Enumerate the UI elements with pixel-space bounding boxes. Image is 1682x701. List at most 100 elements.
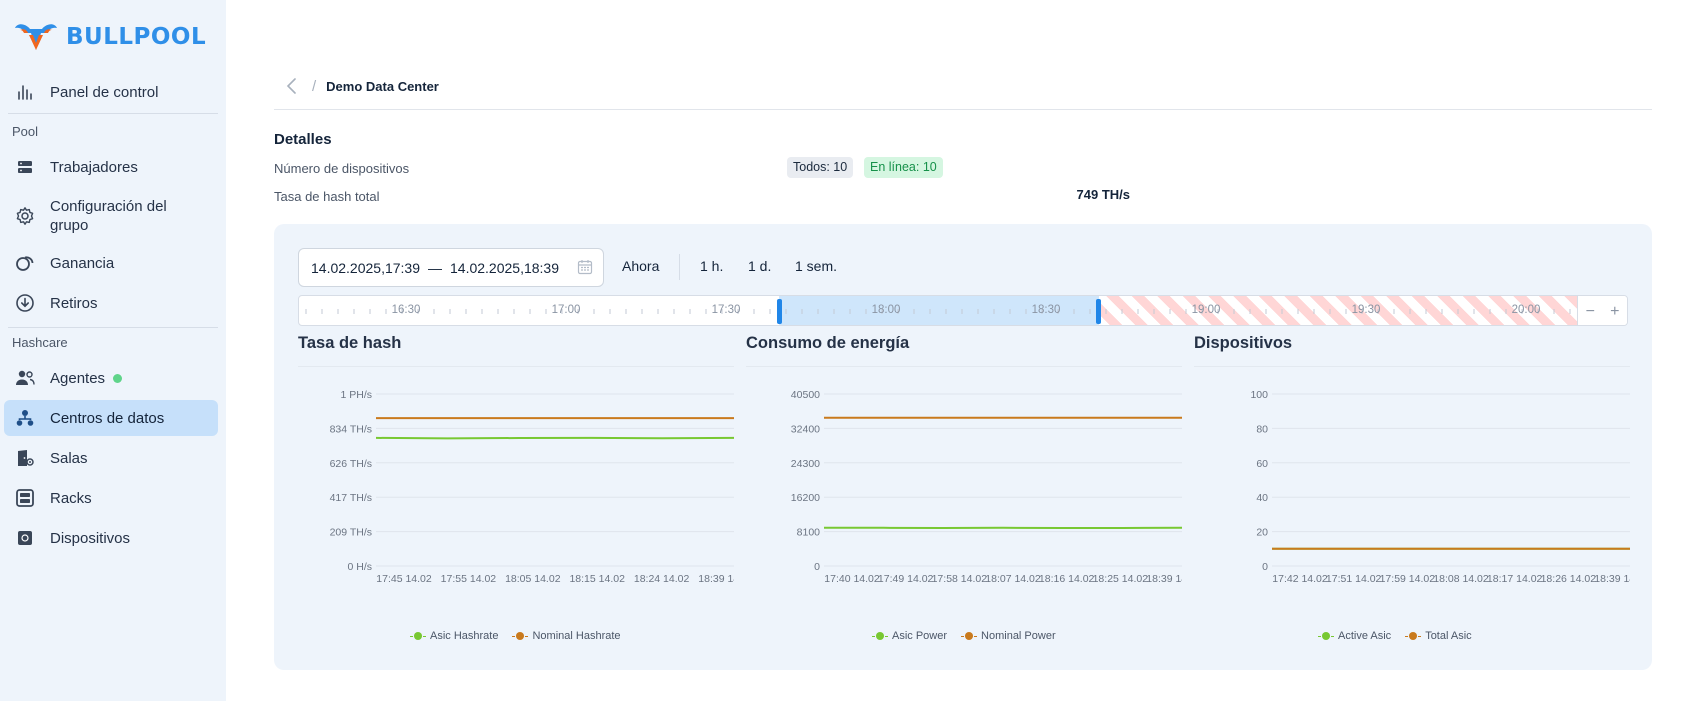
sidebar-item-label: Panel de control: [50, 83, 159, 101]
x-tick-label: 17:40 14.02: [824, 573, 880, 585]
range-1h-button[interactable]: 1 h.: [700, 258, 723, 274]
range-1d-button[interactable]: 1 d.: [748, 258, 771, 274]
sidebar: BULLPOOL Panel de control Pool Trabajado…: [0, 0, 226, 701]
x-tick-label: 17:45 14.02: [376, 573, 432, 585]
legend-item[interactable]: Nominal Power: [961, 630, 1056, 642]
download-circle-icon: [12, 290, 38, 316]
legend-item[interactable]: Total Asic: [1405, 630, 1472, 642]
date-range-picker[interactable]: 14.02.2025,17:39 — 14.02.2025,18:39: [298, 248, 604, 287]
x-tick-label: 17:49 14.02: [878, 573, 934, 585]
sidebar-item-label: Racks: [50, 489, 92, 507]
legend-marker: [410, 632, 426, 640]
logo[interactable]: BULLPOOL: [12, 20, 206, 54]
devices-legend: Active Asic Total Asic: [1318, 630, 1472, 642]
legend-marker: [1318, 632, 1334, 640]
online-devices-badge: En línea: 10: [864, 157, 943, 178]
y-tick-label: 626 TH/s: [330, 458, 372, 470]
devices-chart: Dispositivos 0 20 40 60 80 100 17:42 14.02 17:5…: [1194, 334, 1630, 654]
y-tick-label: 0: [1262, 561, 1268, 573]
sidebar-item-label: Trabajadores: [50, 158, 138, 176]
y-tick-label: 20: [1256, 527, 1268, 539]
timeline-ticks: [305, 309, 1571, 314]
legend-item[interactable]: Nominal Hashrate: [512, 630, 621, 642]
legend-marker: [1405, 632, 1422, 640]
sidebar-section-pool: Pool: [12, 124, 39, 139]
y-tick-label: 0 H/s: [347, 561, 372, 573]
back-chevron-icon[interactable]: [282, 76, 302, 96]
main-content: / Demo Data Center Detalles Número de di…: [226, 0, 1682, 701]
devices-count-label: Número de dispositivos: [274, 161, 410, 176]
timeline-label: 17:00: [551, 304, 581, 316]
breadcrumb-separator: /: [312, 77, 317, 95]
x-tick-label: 17:58 14.02: [932, 573, 988, 585]
legend-label: Asic Hashrate: [430, 630, 499, 642]
range-now-button[interactable]: Ahora: [622, 258, 659, 274]
legend-label: Active Asic: [1338, 630, 1392, 642]
header-divider: [274, 109, 1652, 110]
sidebar-item-racks[interactable]: Racks: [4, 483, 218, 513]
sidebar-divider: [8, 327, 218, 328]
legend-marker: [512, 632, 529, 640]
zoom-in-button[interactable]: +: [1610, 303, 1619, 321]
sidebar-item-label: Agentes: [50, 369, 106, 387]
sidebar-item-trabajadores[interactable]: Trabajadores: [4, 152, 218, 182]
range-1w-button[interactable]: 1 sem.: [795, 258, 837, 274]
sidebar-item-label: Retiros: [50, 294, 98, 312]
legend-item[interactable]: Asic Power: [872, 630, 947, 642]
logo-text: BULLPOOL: [66, 24, 207, 50]
total-hashrate-value: 749 TH/s: [1076, 187, 1130, 202]
sidebar-item-panel-de-control[interactable]: Panel de control: [4, 77, 218, 107]
total-hashrate-label: Tasa de hash total: [274, 189, 380, 204]
hashrate-legend: Asic Hashrate Nominal Hashrate: [410, 630, 621, 642]
rack-icon: [12, 485, 38, 511]
timeline-start-handle[interactable]: [777, 299, 782, 324]
y-tick-label: 100: [1250, 389, 1268, 401]
legend-marker: [872, 632, 888, 640]
chart-title: Dispositivos: [1194, 334, 1293, 352]
legend-label: Nominal Power: [981, 630, 1056, 642]
power-legend: Asic Power Nominal Power: [872, 630, 1056, 642]
legend-item[interactable]: Active Asic: [1318, 630, 1391, 642]
server-icon: [12, 154, 38, 180]
room-icon: [12, 445, 38, 471]
sidebar-item-salas[interactable]: Salas: [4, 443, 218, 473]
y-tick-label: 834 TH/s: [330, 423, 372, 435]
y-tick-label: 417 TH/s: [330, 492, 372, 504]
zoom-out-button[interactable]: −: [1586, 303, 1595, 321]
sidebar-item-agentes[interactable]: Agentes: [4, 363, 218, 393]
bar-chart-icon: [12, 79, 38, 105]
x-tick-label: 18:17 14.02: [1487, 573, 1543, 585]
sidebar-item-ganancia[interactable]: Ganancia: [4, 248, 218, 278]
timeline-end-handle[interactable]: [1096, 299, 1101, 324]
x-tick-label: 18:39 14.02: [698, 573, 734, 585]
calendar-icon[interactable]: [577, 259, 593, 278]
y-tick-label: 0: [814, 561, 820, 573]
timeline-slider[interactable]: 16:30 17:00 17:30 18:00 18:30 19:00 19:3…: [298, 295, 1628, 326]
sidebar-item-centros-de-datos[interactable]: Centros de datos: [4, 400, 218, 436]
timeline-label: 20:00: [1511, 304, 1541, 316]
timeline-label: 19:30: [1351, 304, 1381, 316]
x-tick-label: 18:26 14.02: [1541, 573, 1597, 585]
all-devices-badge: Todos: 10: [787, 157, 854, 178]
x-tick-label: 18:39 14.02: [1594, 573, 1630, 585]
date-separator: —: [428, 259, 442, 276]
details-heading: Detalles: [274, 131, 332, 148]
y-tick-label: 60: [1256, 458, 1268, 470]
date-from: 14.02.2025,17:39: [311, 259, 420, 276]
y-tick-label: 209 TH/s: [330, 527, 372, 539]
users-icon: [12, 365, 38, 391]
timeline-zoom-controls: − +: [1577, 296, 1627, 325]
y-tick-label: 16200: [791, 492, 820, 504]
sidebar-item-dispositivos[interactable]: Dispositivos: [4, 523, 218, 553]
coins-icon: [12, 250, 38, 276]
x-tick-label: 18:25 14.02: [1093, 573, 1149, 585]
timeline-label: 19:00: [1191, 304, 1221, 316]
sidebar-item-configuracion-del-grupo[interactable]: Configuración del grupo: [4, 196, 218, 236]
sidebar-item-retiros[interactable]: Retiros: [4, 288, 218, 318]
sidebar-item-label: Salas: [50, 449, 88, 467]
hashrate-chart: Tasa de hash 0 H/s 209 TH/s 417 TH/s 626 TH…: [298, 334, 734, 654]
y-tick-label: 80: [1256, 423, 1268, 435]
legend-item[interactable]: Asic Hashrate: [410, 630, 498, 642]
metrics-panel: 14.02.2025,17:39 — 14.02.2025,18:39 Ahor…: [274, 224, 1652, 670]
y-tick-label: 32400: [791, 423, 820, 435]
